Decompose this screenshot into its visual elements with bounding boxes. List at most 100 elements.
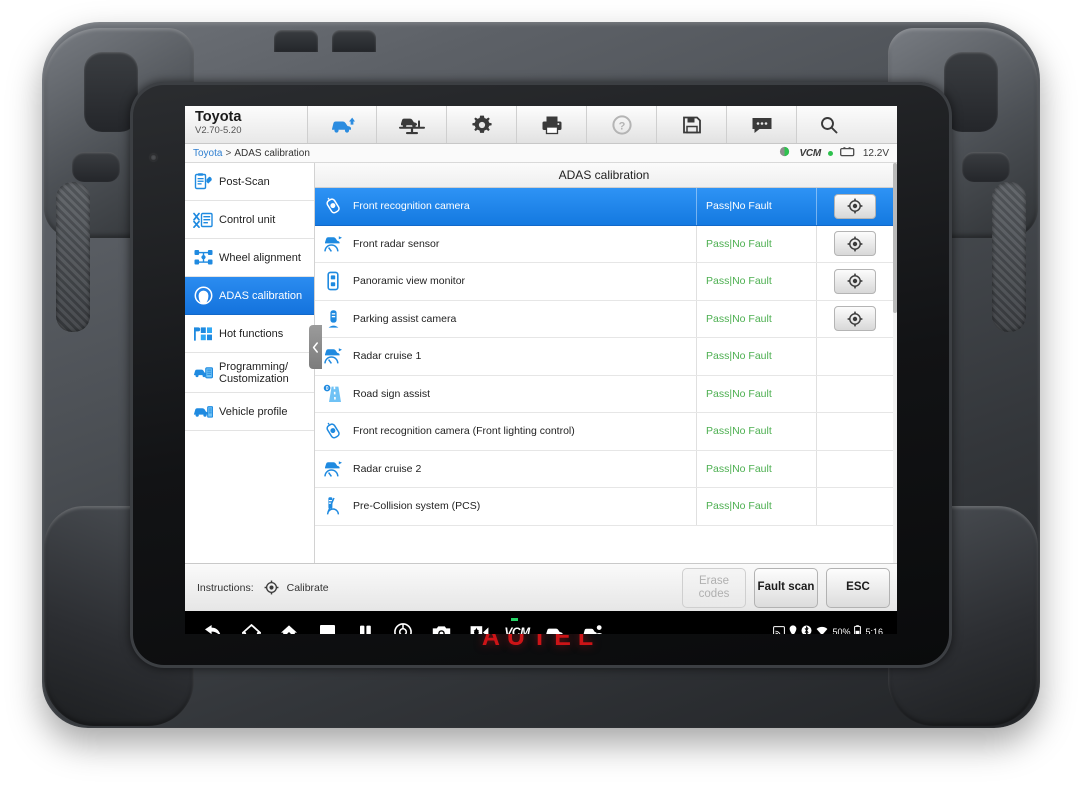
help-icon[interactable]: ? <box>587 106 657 143</box>
table-row[interactable]: Radar cruise 1 Pass|No Fault <box>315 338 893 376</box>
instructions-label: Instructions: <box>197 581 254 594</box>
home-icon[interactable] <box>241 622 261 634</box>
connection-status-group: VCM 12.2V <box>779 146 889 160</box>
page-title: ADAS calibration <box>315 163 893 188</box>
breadcrumb-root-link[interactable]: Toyota <box>193 148 222 159</box>
table-row[interactable]: Front radar sensor Pass|No Fault <box>315 225 893 263</box>
bottom-toolbar: Instructions: Calibrate Erase codes Faul… <box>185 563 897 611</box>
row-label: Pre-Collision system (PCS) <box>353 500 481 513</box>
chrome-icon[interactable] <box>393 622 413 634</box>
sidebar-item-label: ADAS calibration <box>219 289 303 302</box>
sidebar-item-wheel-alignment[interactable]: Wheel alignment <box>185 239 314 277</box>
vehicle-make-label: Toyota <box>195 109 242 125</box>
front-camera-lens <box>150 154 157 161</box>
front-camera-icon <box>315 196 351 217</box>
crosshair-target-icon <box>264 580 279 595</box>
vehicle-lift-icon[interactable] <box>377 106 447 143</box>
calibrate-button[interactable] <box>834 306 876 332</box>
battery-level-icon <box>854 623 862 634</box>
vehicle-icon[interactable] <box>545 622 565 634</box>
list-scrollbar[interactable] <box>893 163 897 563</box>
status-badge: Pass|No Fault <box>696 413 816 450</box>
panoramic-monitor-icon <box>315 271 351 291</box>
toolbar: ? <box>307 106 861 143</box>
table-row[interactable]: Front recognition camera (Front lighting… <box>315 413 893 451</box>
table-row[interactable]: Radar cruise 2 Pass|No Fault <box>315 450 893 488</box>
calibrate-button[interactable] <box>834 193 876 219</box>
adas-system-list: Front recognition camera Pass|No Fault F… <box>315 188 893 563</box>
calibrate-button[interactable] <box>834 231 876 257</box>
system-status-tray: 50% 5:16 <box>773 623 887 634</box>
location-icon <box>789 623 797 634</box>
rubber-grip-right <box>992 182 1026 332</box>
recent-apps-icon[interactable] <box>317 622 337 634</box>
table-row[interactable]: Parking assist camera Pass|No Fault <box>315 300 893 338</box>
status-badge: Pass|No Fault <box>696 375 816 412</box>
remote-assist-icon[interactable] <box>583 622 603 634</box>
sidebar-item-label: Programming/ Customization <box>219 360 289 385</box>
row-action-cell <box>816 225 893 262</box>
sidebar-item-adas-calibration[interactable]: ADAS calibration <box>185 277 314 315</box>
esc-button[interactable]: ESC <box>826 567 890 608</box>
row-action-cell <box>816 188 893 225</box>
row-action-cell <box>816 413 893 450</box>
print-icon[interactable] <box>517 106 587 143</box>
sidebar-item-label: Wheel alignment <box>219 251 301 264</box>
sidebar-item-post-scan[interactable]: Post-Scan <box>185 163 314 201</box>
breadcrumb-current: ADAS calibration <box>234 147 310 159</box>
row-action-cell <box>816 300 893 337</box>
sidebar-item-label: Hot functions <box>219 327 284 340</box>
row-label: Front recognition camera <box>353 200 470 213</box>
vehicle-brand-block: Toyota V2.70-5.20 <box>185 106 307 143</box>
sidebar-item-programming[interactable]: Programming/ Customization <box>185 353 314 393</box>
autel-tablet-device: AUTEL Toyota V2.70-5.20 ? Toyota > ADAS … <box>42 22 1040 728</box>
vehicle-profile-icon <box>193 403 213 421</box>
table-row[interactable]: Front recognition camera Pass|No Fault <box>315 188 893 226</box>
sidebar-item-hot-functions[interactable]: Hot functions <box>185 315 314 353</box>
split-screen-icon[interactable] <box>355 622 375 634</box>
message-icon[interactable] <box>727 106 797 143</box>
search-icon[interactable] <box>797 106 861 143</box>
sidebar-item-vehicle-profile[interactable]: Vehicle profile <box>185 393 314 431</box>
back-icon[interactable] <box>203 622 223 634</box>
scrollbar-thumb[interactable] <box>893 163 897 313</box>
wifi-icon <box>816 623 828 634</box>
table-row[interactable]: Pre-Collision system (PCS) Pass|No Fault <box>315 488 893 526</box>
nav-icon-group: VCM <box>195 618 603 634</box>
row-label: Front radar sensor <box>353 237 440 250</box>
vcmi-icon[interactable]: VCM <box>504 618 530 634</box>
sidebar-item-control-unit[interactable]: Control unit <box>185 201 314 239</box>
status-badge: Pass|No Fault <box>696 225 816 262</box>
row-label: Front recognition camera (Front lighting… <box>353 425 575 438</box>
status-badge: Pass|No Fault <box>696 450 816 487</box>
hot-functions-icon <box>193 325 213 343</box>
calibrate-button[interactable] <box>834 268 876 294</box>
save-icon[interactable] <box>657 106 727 143</box>
camera-icon[interactable] <box>431 622 451 634</box>
radar-sensor-icon <box>315 234 351 254</box>
vcmi-signal-indicator <box>511 618 518 621</box>
row-label: Panoramic view monitor <box>353 275 466 288</box>
row-action-cell <box>816 263 893 300</box>
road-sign-icon: 0 <box>315 384 351 404</box>
vehicle-upgrade-icon[interactable] <box>307 106 377 143</box>
sidebar-collapse-handle[interactable] <box>309 325 322 369</box>
row-label: Parking assist camera <box>353 312 457 325</box>
status-badge: Pass|No Fault <box>696 263 816 300</box>
bluetooth-icon <box>801 623 812 634</box>
clock-label: 5:16 <box>865 627 883 634</box>
control-unit-icon <box>193 211 213 229</box>
screen-recorder-icon[interactable] <box>469 622 489 634</box>
sidebar-item-label: Post-Scan <box>219 175 270 188</box>
fault-scan-button[interactable]: Fault scan <box>754 567 818 608</box>
crosshair-target-icon <box>847 311 863 327</box>
tablet-screen: Toyota V2.70-5.20 ? Toyota > ADAS calibr… <box>185 106 897 634</box>
settings-gear-icon[interactable] <box>447 106 517 143</box>
instructions-value: Calibrate <box>286 581 329 594</box>
table-row[interactable]: Panoramic view monitor Pass|No Fault <box>315 263 893 301</box>
shell-notch <box>962 152 1010 182</box>
erase-codes-button[interactable]: Erase codes <box>682 567 746 608</box>
autel-home-icon[interactable] <box>279 622 299 634</box>
battery-voltage-label: 12.2V <box>862 147 889 159</box>
table-row[interactable]: 0 Road sign assist Pass|No Fault <box>315 375 893 413</box>
